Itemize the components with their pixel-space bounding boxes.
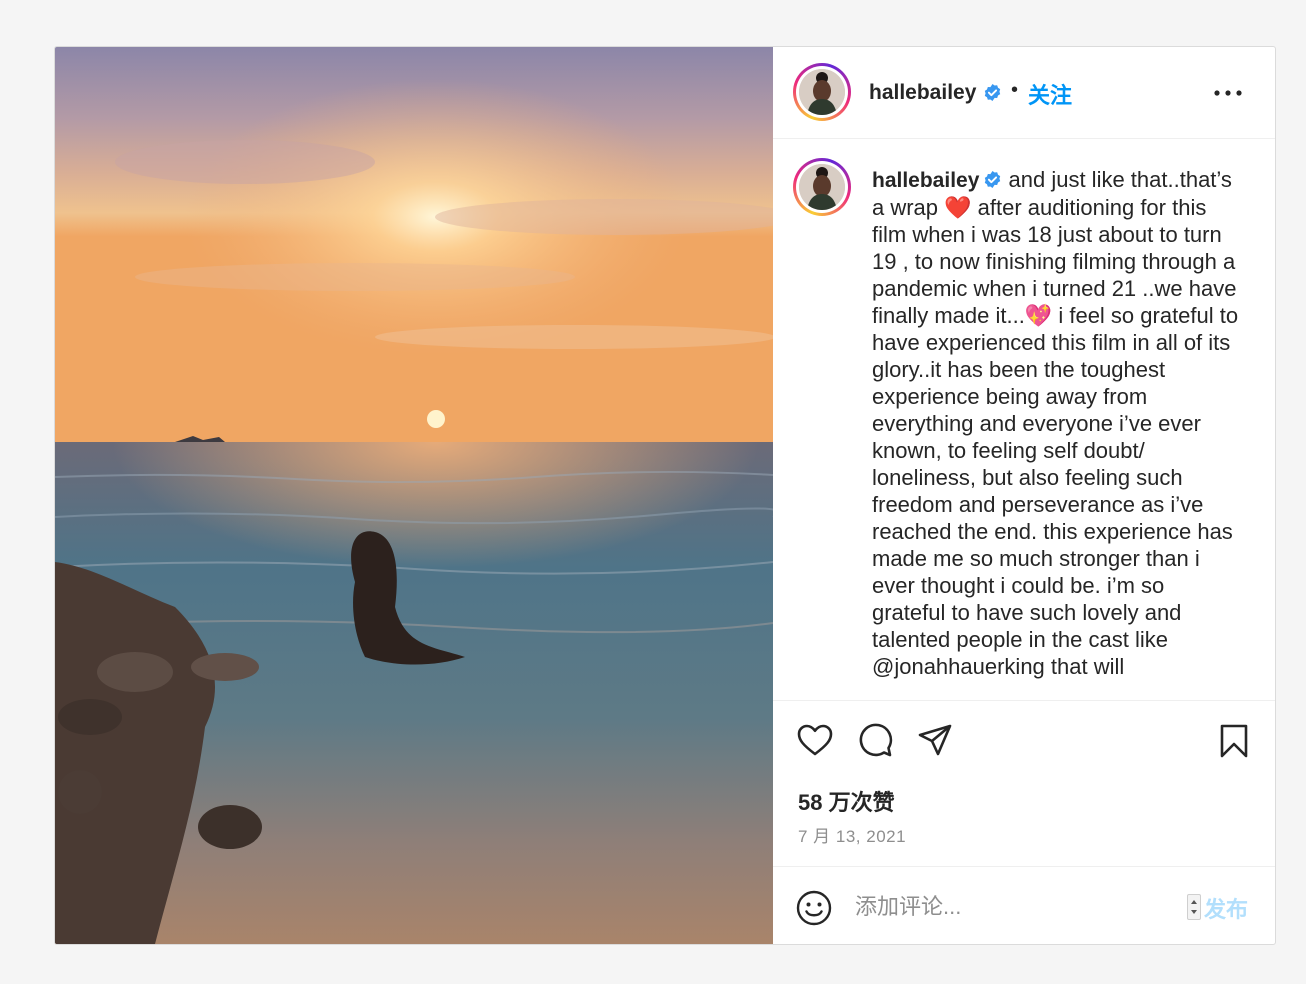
profile-photo xyxy=(799,69,845,115)
post-comment-button[interactable]: 发布 xyxy=(1204,892,1248,924)
caption-text: hallebailey and just like that..that’s a… xyxy=(872,166,1242,680)
post-actions: 58 万次赞 7 月 13, 2021 xyxy=(773,700,1275,866)
verified-badge-icon xyxy=(985,170,1001,189)
follow-button[interactable]: 关注 xyxy=(1028,78,1072,110)
more-options-icon[interactable] xyxy=(1211,81,1245,105)
post-details-panel: hallebailey • 关注 hallebailey and just li… xyxy=(773,47,1275,944)
heart-icon[interactable] xyxy=(795,721,835,761)
avatar[interactable] xyxy=(793,63,851,121)
comment-bar: 发布 xyxy=(773,866,1275,944)
caption-avatar[interactable] xyxy=(793,158,851,216)
comment-icon[interactable] xyxy=(855,721,895,761)
caption-body: and just like that..that’s a wrap ❤️ aft… xyxy=(872,167,1245,679)
verified-badge-icon xyxy=(984,83,1001,102)
post-header: hallebailey • 关注 xyxy=(773,47,1275,139)
caption-username[interactable]: hallebailey xyxy=(872,169,979,192)
header-username[interactable]: hallebailey xyxy=(869,81,976,105)
comment-input[interactable] xyxy=(855,887,1175,927)
share-icon[interactable] xyxy=(915,721,955,761)
textarea-resize-spinner[interactable] xyxy=(1187,894,1201,920)
post-photo[interactable] xyxy=(55,47,773,944)
like-count[interactable]: 58 万次赞 xyxy=(798,785,895,817)
post-dialog: hallebailey • 关注 hallebailey and just li… xyxy=(54,46,1276,945)
profile-photo xyxy=(799,164,845,210)
sunset-beach-image xyxy=(55,47,773,944)
separator-dot: • xyxy=(1011,79,1019,101)
emoji-icon[interactable] xyxy=(795,889,833,927)
bookmark-icon[interactable] xyxy=(1214,721,1254,761)
post-date[interactable]: 7 月 13, 2021 xyxy=(798,822,906,847)
caption-section: hallebailey and just like that..that’s a… xyxy=(773,140,1275,700)
